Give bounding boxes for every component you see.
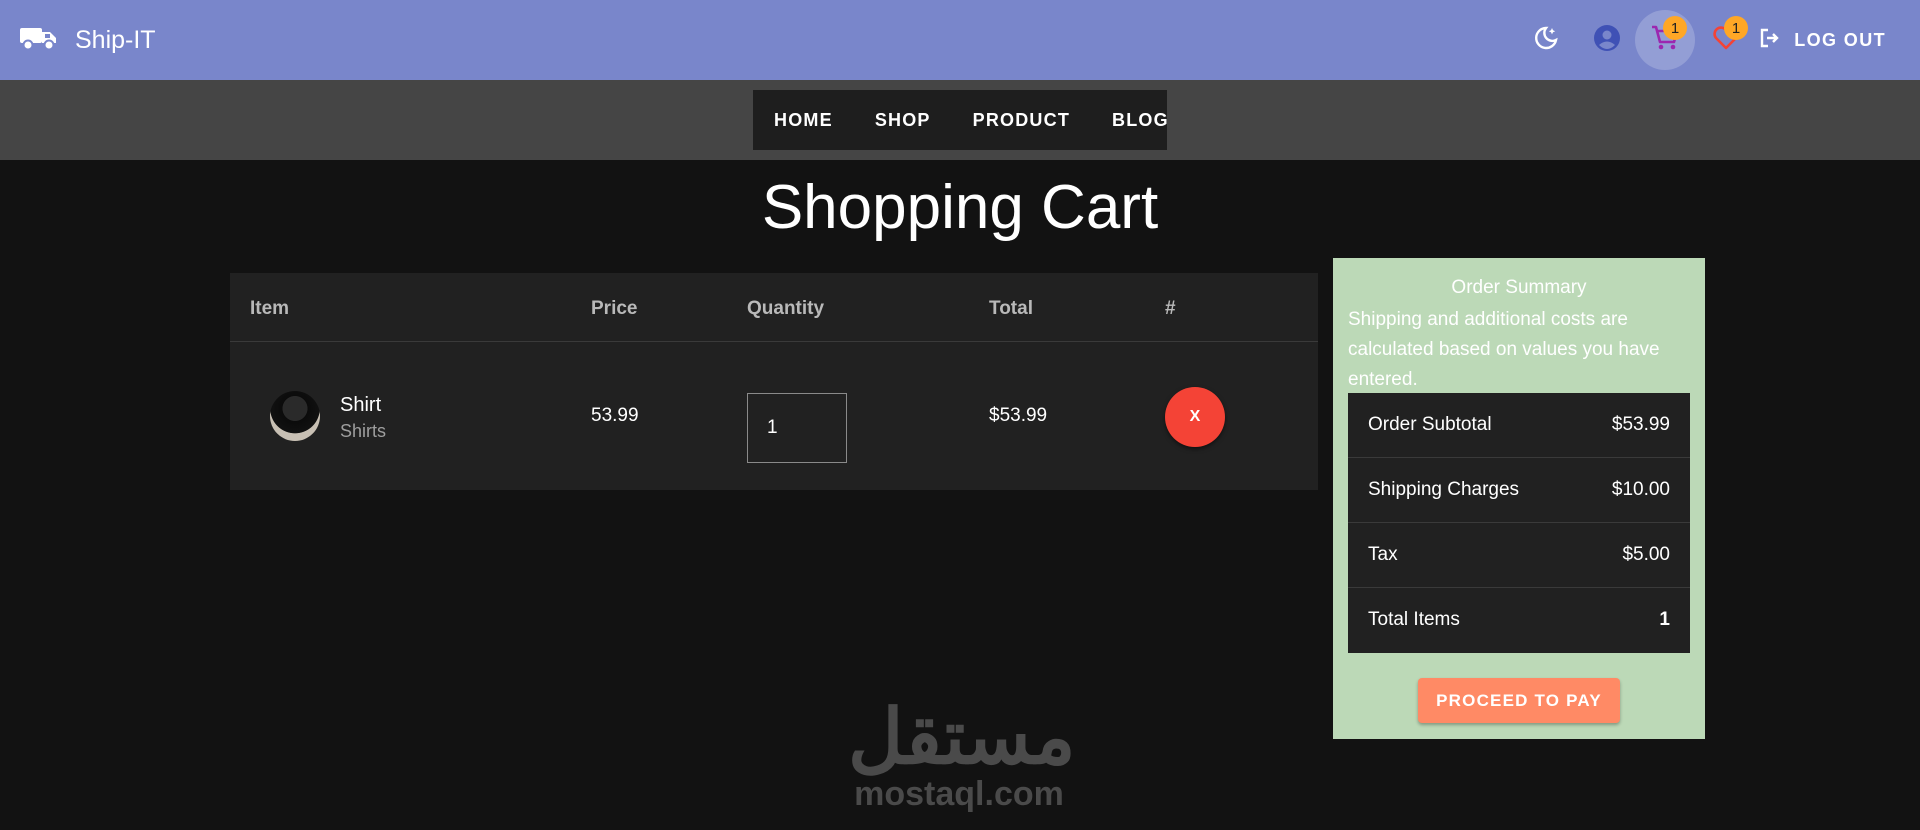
product-category: Shirts <box>340 421 387 441</box>
page-title: Shopping Cart <box>761 173 1159 242</box>
product-name[interactable]: Shirt <box>340 394 381 417</box>
summary-label: Tax <box>1368 544 1398 565</box>
product-thumbnail[interactable] <box>270 391 320 441</box>
theme-toggle-button[interactable] <box>1516 10 1576 70</box>
summary-table: Order Subtotal $53.99 Shipping Charges $… <box>1348 393 1690 653</box>
product-total: $53.99 <box>989 405 1048 426</box>
header-price: Price <box>591 298 638 319</box>
cart-table: Item Price Quantity Total # Shirt Shirts… <box>230 273 1318 490</box>
header-total: Total <box>989 298 1033 319</box>
summary-row: Tax $5.00 <box>1348 523 1690 588</box>
summary-label: Order Subtotal <box>1368 414 1492 435</box>
dark-mode-icon <box>1533 25 1559 56</box>
summary-label: Shipping Charges <box>1368 479 1520 500</box>
summary-value: $53.99 <box>1611 414 1670 435</box>
header-item: Item <box>250 298 290 319</box>
logout-label: LOG OUT <box>1794 29 1886 50</box>
summary-row: Order Subtotal $53.99 <box>1348 393 1690 458</box>
nav-shop[interactable]: SHOP <box>875 110 931 131</box>
summary-value: $5.00 <box>1622 544 1670 565</box>
account-button[interactable] <box>1577 10 1637 70</box>
wishlist-button[interactable]: 1 <box>1696 10 1756 70</box>
logout-icon <box>1760 28 1794 53</box>
header-remove: # <box>1165 298 1176 319</box>
main-nav: HOME SHOP PRODUCT BLOG <box>0 80 1920 160</box>
quantity-input[interactable] <box>747 393 847 463</box>
summary-value: 1 <box>1659 609 1670 630</box>
summary-title: Order Summary <box>1451 277 1587 298</box>
proceed-to-pay-button[interactable]: PROCEED TO PAY <box>1418 678 1620 723</box>
nav-menu: HOME SHOP PRODUCT BLOG <box>753 90 1169 150</box>
summary-note: Shipping and additional costs are calcul… <box>1348 309 1660 390</box>
cart-button[interactable]: 1 <box>1635 10 1695 70</box>
summary-value: $10.00 <box>1611 479 1670 500</box>
app-bar: Ship-IT 1 1 LOG OUT <box>0 0 1920 80</box>
logout-button[interactable]: LOG OUT <box>1760 24 1886 56</box>
summary-row: Shipping Charges $10.00 <box>1348 458 1690 523</box>
summary-label: Total Items <box>1368 609 1460 630</box>
cart-count-badge: 1 <box>1663 16 1687 40</box>
nav-product[interactable]: PRODUCT <box>973 110 1070 131</box>
product-price: 53.99 <box>591 405 639 426</box>
nav-home[interactable]: HOME <box>774 110 833 131</box>
summary-row: Total Items 1 <box>1348 588 1690 653</box>
remove-item-button[interactable]: X <box>1165 387 1225 447</box>
watermark-latin: mostaql.com <box>854 775 1064 813</box>
order-summary: Order Summary Shipping and additional co… <box>1333 258 1705 739</box>
nav-blog[interactable]: BLOG <box>1112 110 1169 131</box>
wishlist-count-badge: 1 <box>1724 16 1748 40</box>
watermark-arabic: مستقل <box>848 695 1076 780</box>
header-quantity: Quantity <box>747 298 825 319</box>
table-divider <box>230 341 1318 342</box>
account-circle-icon <box>1593 24 1621 57</box>
